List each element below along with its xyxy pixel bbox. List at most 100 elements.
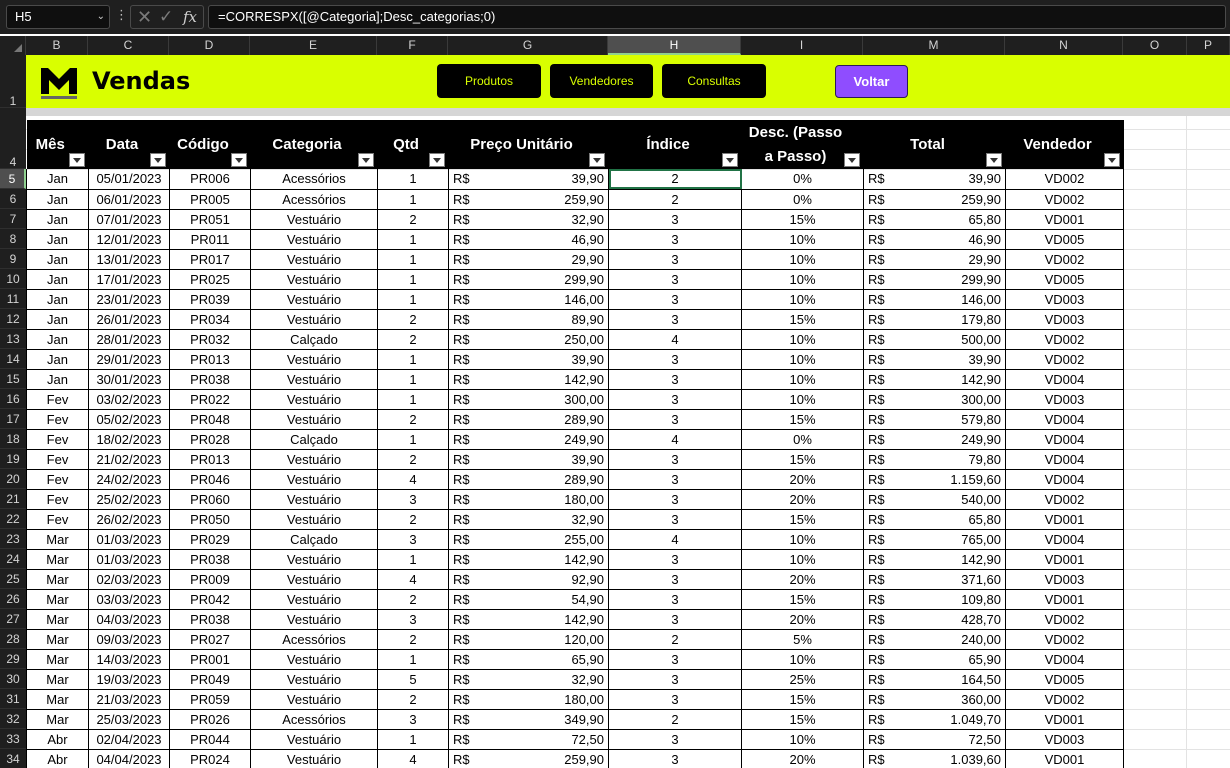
index-cell[interactable]: 3	[608, 549, 742, 570]
category-cell[interactable]: Vestuário	[250, 389, 378, 410]
category-cell[interactable]: Vestuário	[250, 649, 378, 670]
discount-cell[interactable]: 10%	[741, 529, 864, 550]
row-header[interactable]: 30	[0, 669, 26, 689]
select-all-button[interactable]	[0, 36, 26, 55]
discount-cell[interactable]: 15%	[741, 209, 864, 230]
seller-cell[interactable]: VD001	[1005, 509, 1124, 530]
seller-cell[interactable]: VD005	[1005, 669, 1124, 690]
discount-cell[interactable]: 10%	[741, 729, 864, 750]
unit-price-cell[interactable]: R$ 65,90	[448, 649, 609, 670]
category-cell[interactable]: Vestuário	[250, 549, 378, 570]
month-cell[interactable]: Jan	[26, 189, 89, 210]
index-cell[interactable]: 3	[608, 589, 742, 610]
formula-input[interactable]: =CORRESPX([@Categoria];Desc_categorias;0…	[208, 5, 1226, 29]
column-header[interactable]: E	[250, 36, 377, 55]
total-cell[interactable]: R$ 179,80	[863, 309, 1006, 330]
date-cell[interactable]: 26/02/2023	[88, 509, 170, 530]
filter-dropdown-icon[interactable]	[1104, 153, 1120, 167]
month-cell[interactable]: Jan	[26, 269, 89, 290]
discount-cell[interactable]: 15%	[741, 309, 864, 330]
index-cell[interactable]: 3	[608, 249, 742, 270]
seller-cell[interactable]: VD005	[1005, 269, 1124, 290]
total-cell[interactable]: R$ 39,90	[863, 169, 1006, 190]
discount-cell[interactable]: 0%	[741, 189, 864, 210]
unit-price-cell[interactable]: R$ 180,00	[448, 689, 609, 710]
date-cell[interactable]: 03/03/2023	[88, 589, 170, 610]
code-cell[interactable]: PR009	[169, 569, 251, 590]
category-cell[interactable]: Vestuário	[250, 249, 378, 270]
index-cell[interactable]: 3	[608, 369, 742, 390]
date-cell[interactable]: 12/01/2023	[88, 229, 170, 250]
column-header-cell[interactable]: Vendedor	[1005, 120, 1124, 169]
qty-cell[interactable]: 1	[377, 269, 449, 290]
index-cell[interactable]: 3	[608, 489, 742, 510]
seller-cell[interactable]: VD003	[1005, 309, 1124, 330]
total-cell[interactable]: R$ 65,90	[863, 649, 1006, 670]
unit-price-cell[interactable]: R$ 32,90	[448, 509, 609, 530]
total-cell[interactable]: R$ 500,00	[863, 329, 1006, 350]
month-cell[interactable]: Jan	[26, 169, 89, 190]
filter-dropdown-icon[interactable]	[429, 153, 445, 167]
code-cell[interactable]: PR044	[169, 729, 251, 750]
unit-price-cell[interactable]: R$ 92,90	[448, 569, 609, 590]
unit-price-cell[interactable]: R$ 120,00	[448, 629, 609, 650]
index-cell[interactable]: 2	[608, 629, 742, 650]
qty-cell[interactable]: 1	[377, 349, 449, 370]
qty-cell[interactable]: 1	[377, 729, 449, 750]
qty-cell[interactable]: 1	[377, 369, 449, 390]
discount-cell[interactable]: 20%	[741, 609, 864, 630]
column-header[interactable]: D	[169, 36, 250, 55]
discount-cell[interactable]: 15%	[741, 449, 864, 470]
column-header[interactable]: B	[26, 36, 88, 55]
discount-cell[interactable]: 10%	[741, 329, 864, 350]
month-cell[interactable]: Mar	[26, 589, 89, 610]
column-header[interactable]: O	[1123, 36, 1187, 55]
month-cell[interactable]: Mar	[26, 669, 89, 690]
date-cell[interactable]: 30/01/2023	[88, 369, 170, 390]
category-cell[interactable]: Calçado	[250, 529, 378, 550]
month-cell[interactable]: Fev	[26, 489, 89, 510]
seller-cell[interactable]: VD002	[1005, 689, 1124, 710]
month-cell[interactable]: Mar	[26, 549, 89, 570]
total-cell[interactable]: R$ 65,80	[863, 209, 1006, 230]
category-cell[interactable]: Vestuário	[250, 489, 378, 510]
unit-price-cell[interactable]: R$ 39,90	[448, 169, 609, 190]
month-cell[interactable]: Fev	[26, 509, 89, 530]
discount-cell[interactable]: 15%	[741, 709, 864, 730]
unit-price-cell[interactable]: R$ 142,90	[448, 609, 609, 630]
seller-cell[interactable]: VD001	[1005, 749, 1124, 768]
qty-cell[interactable]: 2	[377, 629, 449, 650]
qty-cell[interactable]: 3	[377, 709, 449, 730]
qty-cell[interactable]: 1	[377, 549, 449, 570]
category-cell[interactable]: Vestuário	[250, 309, 378, 330]
date-cell[interactable]: 04/03/2023	[88, 609, 170, 630]
category-cell[interactable]: Vestuário	[250, 609, 378, 630]
code-cell[interactable]: PR046	[169, 469, 251, 490]
date-cell[interactable]: 13/01/2023	[88, 249, 170, 270]
unit-price-cell[interactable]: R$ 32,90	[448, 209, 609, 230]
date-cell[interactable]: 02/04/2023	[88, 729, 170, 750]
category-cell[interactable]: Vestuário	[250, 569, 378, 590]
code-cell[interactable]: PR032	[169, 329, 251, 350]
code-cell[interactable]: PR005	[169, 189, 251, 210]
row-header[interactable]: 24	[0, 549, 26, 569]
code-cell[interactable]: PR050	[169, 509, 251, 530]
seller-cell[interactable]: VD002	[1005, 169, 1124, 190]
more-options-icon[interactable]: ⋮	[115, 7, 128, 23]
code-cell[interactable]: PR029	[169, 529, 251, 550]
filter-dropdown-icon[interactable]	[844, 153, 860, 167]
discount-cell[interactable]: 10%	[741, 389, 864, 410]
total-cell[interactable]: R$ 109,80	[863, 589, 1006, 610]
discount-cell[interactable]: 10%	[741, 349, 864, 370]
category-cell[interactable]: Vestuário	[250, 449, 378, 470]
index-cell[interactable]: 3	[608, 309, 742, 330]
month-cell[interactable]: Mar	[26, 649, 89, 670]
code-cell[interactable]: PR022	[169, 389, 251, 410]
date-cell[interactable]: 28/01/2023	[88, 329, 170, 350]
unit-price-cell[interactable]: R$ 32,90	[448, 669, 609, 690]
code-cell[interactable]: PR051	[169, 209, 251, 230]
code-cell[interactable]: PR028	[169, 429, 251, 450]
total-cell[interactable]: R$ 540,00	[863, 489, 1006, 510]
month-cell[interactable]: Mar	[26, 569, 89, 590]
code-cell[interactable]: PR038	[169, 369, 251, 390]
